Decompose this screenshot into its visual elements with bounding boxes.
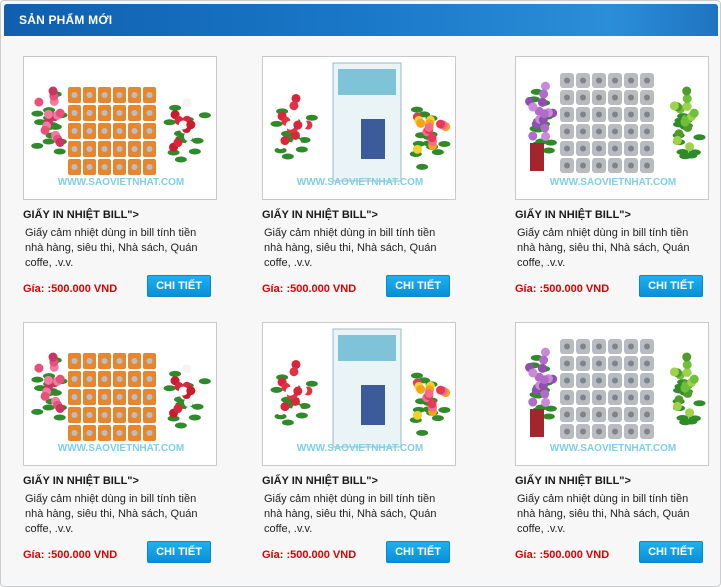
product-card: WWW.SAOVIETNHAT.COM GIẤY IN NHIỆT BILL">… bbox=[262, 56, 472, 306]
product-description: Giấy cảm nhiệt dùng in bill tính tiền nh… bbox=[264, 493, 437, 535]
new-products-panel: SẢN PHẨM MỚI WWW.SAOVIETNHAT.COM GIẤY IN… bbox=[0, 0, 721, 587]
product-title[interactable]: GIẤY IN NHIỆT BILL"> bbox=[23, 475, 233, 487]
vase bbox=[530, 409, 544, 437]
product-title[interactable]: GIẤY IN NHIỆT BILL"> bbox=[23, 209, 233, 221]
flower-bouquet bbox=[409, 106, 451, 170]
product-title[interactable]: GIẤY IN NHIỆT BILL"> bbox=[262, 209, 472, 221]
flower-bouquet bbox=[163, 89, 211, 163]
paper-box bbox=[332, 62, 402, 182]
detail-button[interactable]: CHI TIẾT bbox=[386, 541, 450, 563]
product-price: Gía: :500.000 VND bbox=[515, 283, 610, 295]
product-description: Giấy cảm nhiệt dùng in bill tính tiền nh… bbox=[517, 227, 690, 269]
product-price: Gía: :500.000 VND bbox=[23, 283, 118, 295]
product-image[interactable]: WWW.SAOVIETNHAT.COM bbox=[515, 56, 709, 200]
product-picture: WWW.SAOVIETNHAT.COM bbox=[525, 339, 706, 454]
flower-bouquet bbox=[669, 86, 706, 160]
product-picture: WWW.SAOVIETNHAT.COM bbox=[31, 352, 211, 454]
product-card: WWW.SAOVIETNHAT.COM GIẤY IN NHIỆT BILL">… bbox=[515, 322, 721, 572]
flower-bouquet bbox=[31, 352, 68, 421]
product-title[interactable]: GIẤY IN NHIỆT BILL"> bbox=[515, 475, 721, 487]
section-title: SẢN PHẨM MỚI bbox=[19, 13, 113, 27]
watermark: WWW.SAOVIETNHAT.COM bbox=[297, 177, 423, 188]
watermark: WWW.SAOVIETNHAT.COM bbox=[58, 177, 184, 188]
product-description: Giấy cảm nhiệt dùng in bill tính tiền nh… bbox=[517, 493, 690, 535]
product-picture: WWW.SAOVIETNHAT.COM bbox=[270, 328, 451, 454]
detail-button[interactable]: CHI TIẾT bbox=[386, 275, 450, 297]
watermark: WWW.SAOVIETNHAT.COM bbox=[550, 443, 676, 454]
detail-button[interactable]: CHI TIẾT bbox=[147, 541, 211, 563]
flower-bouquet bbox=[31, 86, 68, 155]
section-header: SẢN PHẨM MỚI bbox=[4, 4, 718, 36]
product-image[interactable]: WWW.SAOVIETNHAT.COM bbox=[262, 322, 456, 466]
paper-rolls bbox=[68, 353, 156, 441]
product-description: Giấy cảm nhiệt dùng in bill tính tiền nh… bbox=[25, 493, 198, 535]
watermark: WWW.SAOVIETNHAT.COM bbox=[58, 443, 184, 454]
product-price: Gía: :500.000 VND bbox=[515, 549, 610, 561]
detail-button[interactable]: CHI TIẾT bbox=[147, 275, 211, 297]
product-image[interactable]: WWW.SAOVIETNHAT.COM bbox=[23, 56, 217, 200]
paper-rolls bbox=[560, 339, 654, 439]
flower-bouquet bbox=[525, 347, 558, 420]
vase bbox=[530, 143, 544, 171]
flower-bouquet bbox=[409, 372, 451, 436]
product-card: WWW.SAOVIETNHAT.COM GIẤY IN NHIỆT BILL">… bbox=[23, 56, 233, 306]
paper-rolls bbox=[68, 87, 156, 175]
product-image[interactable]: WWW.SAOVIETNHAT.COM bbox=[23, 322, 217, 466]
detail-button[interactable]: CHI TIẾT bbox=[639, 275, 703, 297]
product-description: Giấy cảm nhiệt dùng in bill tính tiền nh… bbox=[25, 227, 198, 269]
flower-bouquet bbox=[270, 359, 318, 426]
paper-rolls bbox=[560, 73, 654, 173]
flower-bouquet bbox=[270, 93, 318, 160]
product-price: Gía: :500.000 VND bbox=[23, 549, 118, 561]
product-card: WWW.SAOVIETNHAT.COM GIẤY IN NHIỆT BILL">… bbox=[262, 322, 472, 572]
product-image[interactable]: WWW.SAOVIETNHAT.COM bbox=[515, 322, 709, 466]
product-picture: WWW.SAOVIETNHAT.COM bbox=[270, 62, 451, 188]
product-title[interactable]: GIẤY IN NHIỆT BILL"> bbox=[262, 475, 472, 487]
paper-box bbox=[332, 328, 402, 448]
product-title[interactable]: GIẤY IN NHIỆT BILL"> bbox=[515, 209, 721, 221]
product-description: Giấy cảm nhiệt dùng in bill tính tiền nh… bbox=[264, 227, 437, 269]
flower-bouquet bbox=[163, 355, 211, 429]
product-picture: WWW.SAOVIETNHAT.COM bbox=[525, 73, 706, 188]
flower-bouquet bbox=[669, 352, 706, 426]
product-card: WWW.SAOVIETNHAT.COM GIẤY IN NHIỆT BILL">… bbox=[515, 56, 721, 306]
flower-bouquet bbox=[525, 81, 558, 154]
product-picture: WWW.SAOVIETNHAT.COM bbox=[31, 86, 211, 188]
watermark: WWW.SAOVIETNHAT.COM bbox=[297, 443, 423, 454]
product-card: WWW.SAOVIETNHAT.COM GIẤY IN NHIỆT BILL">… bbox=[23, 322, 233, 572]
watermark: WWW.SAOVIETNHAT.COM bbox=[550, 177, 676, 188]
product-image[interactable]: WWW.SAOVIETNHAT.COM bbox=[262, 56, 456, 200]
product-price: Gía: :500.000 VND bbox=[262, 549, 357, 561]
product-price: Gía: :500.000 VND bbox=[262, 283, 357, 295]
detail-button[interactable]: CHI TIẾT bbox=[639, 541, 703, 563]
